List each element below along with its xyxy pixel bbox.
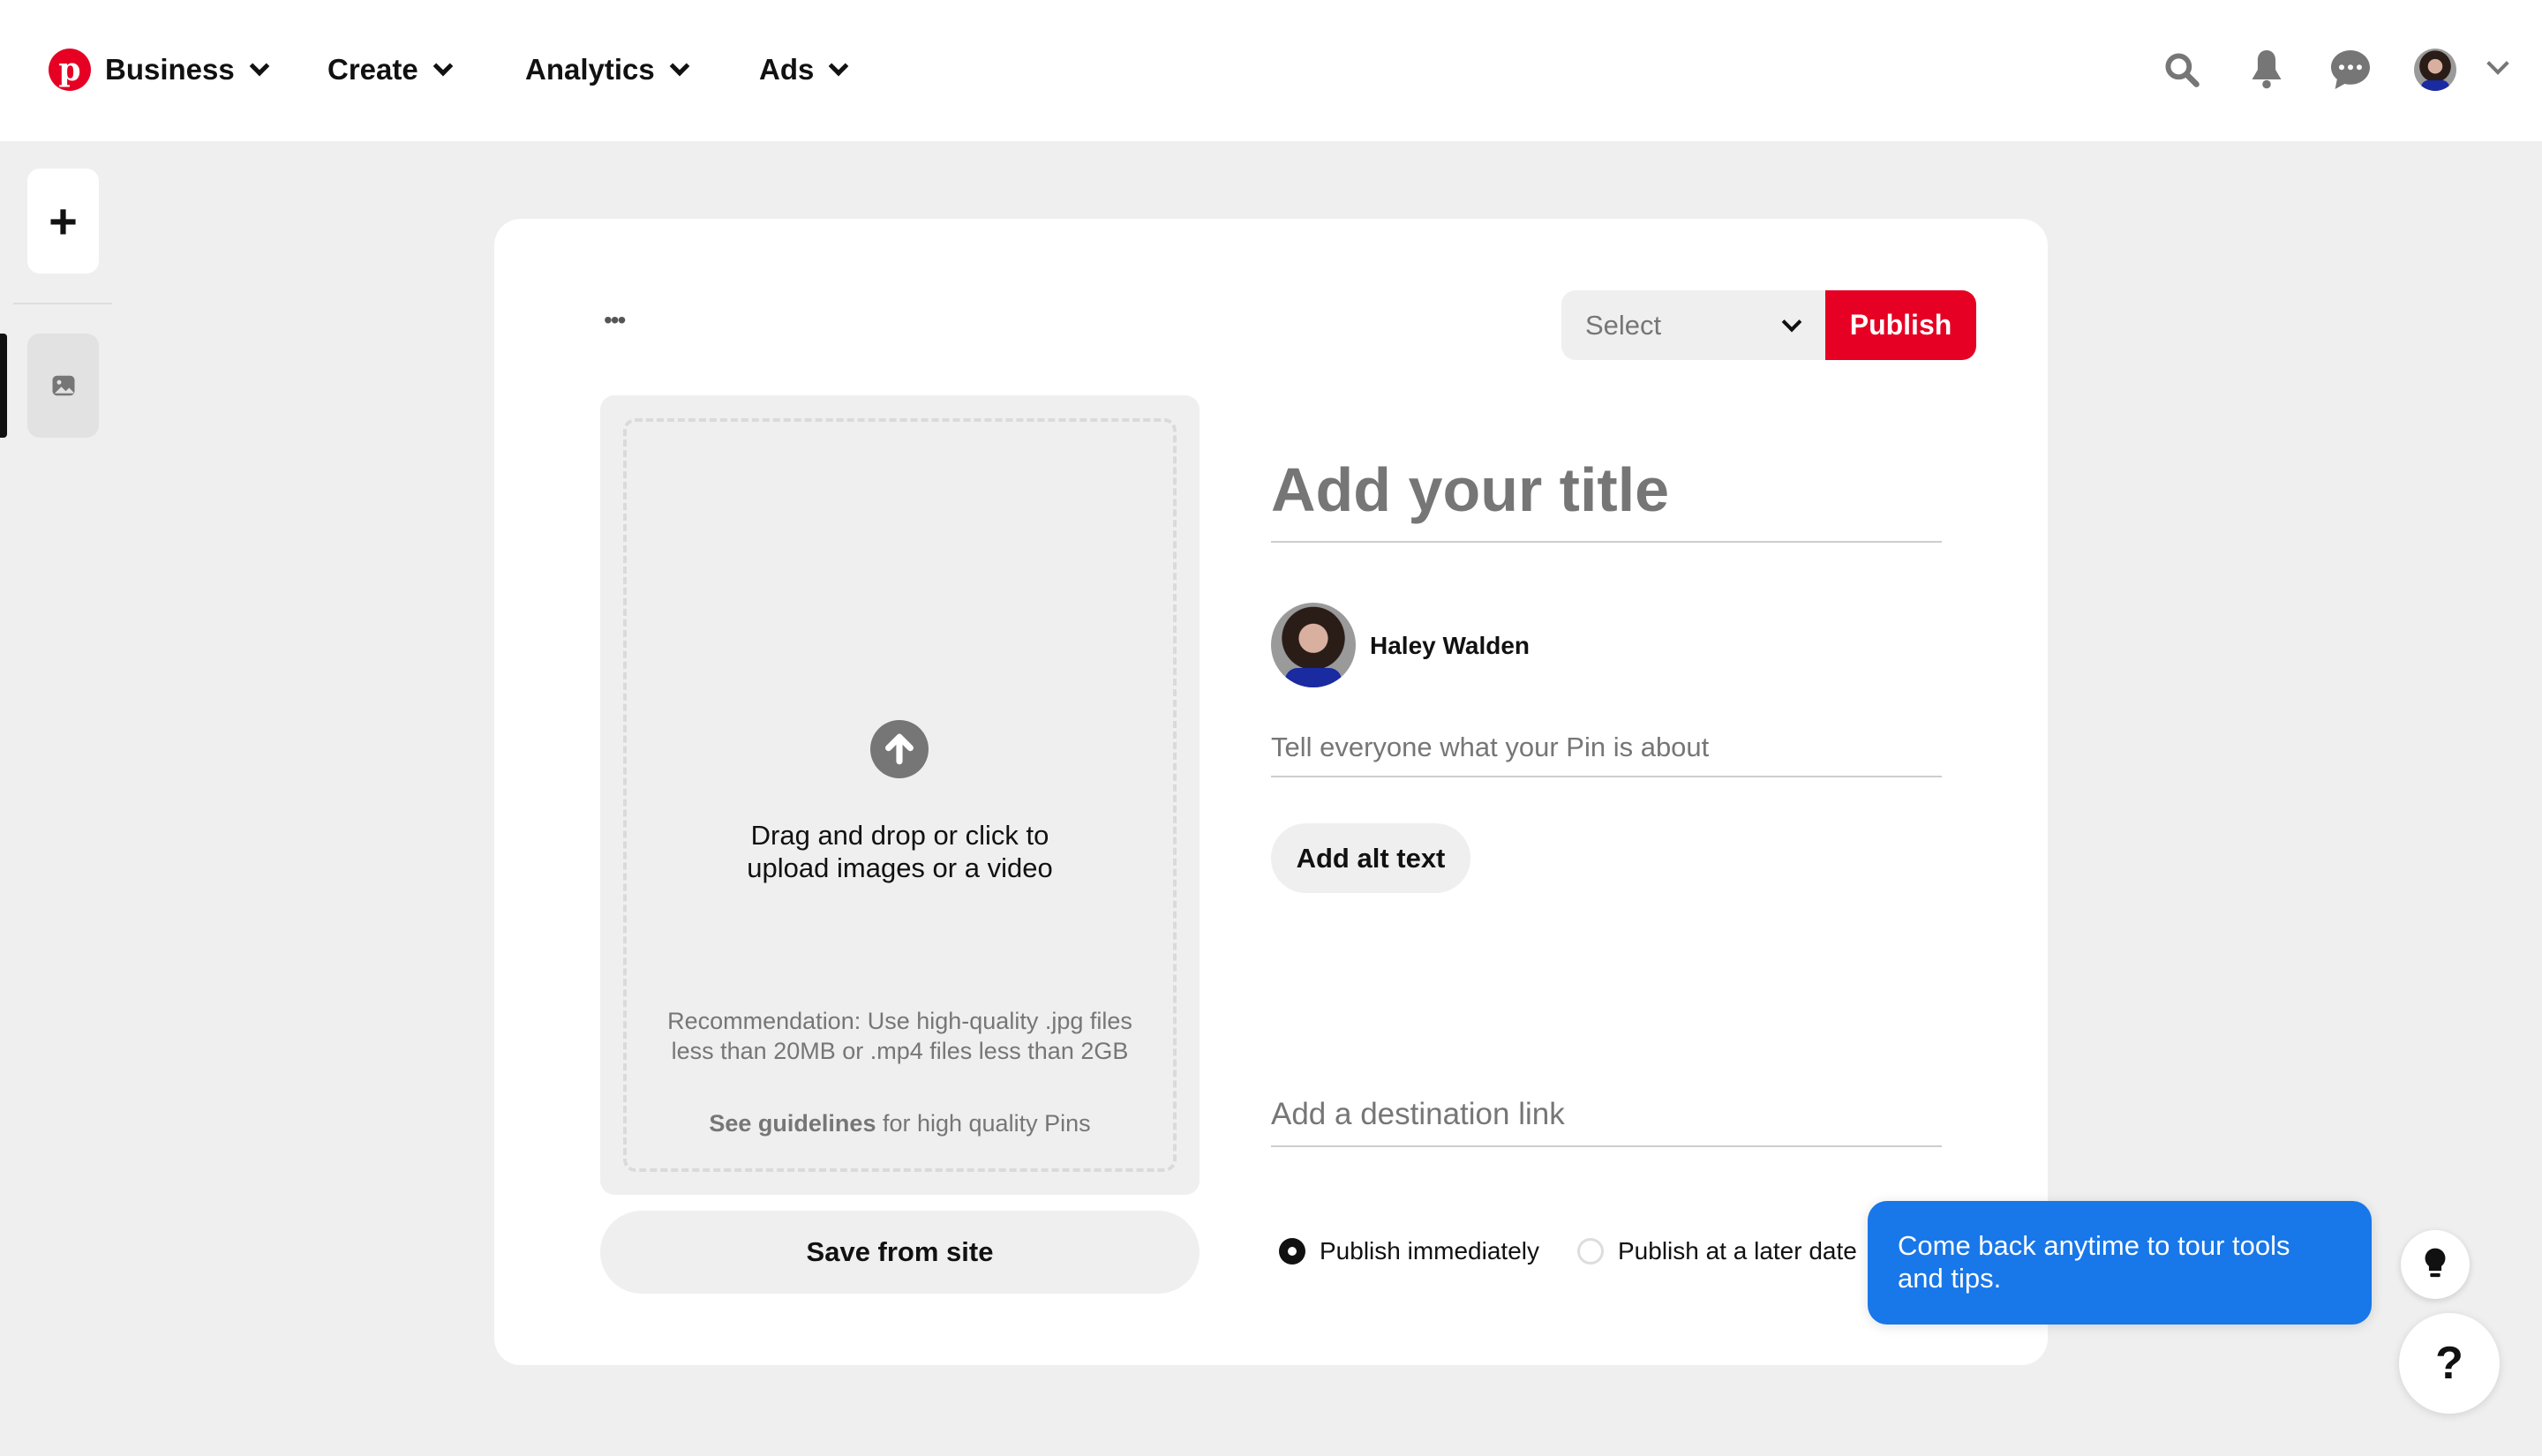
- chevron-down-icon: [1781, 311, 1802, 333]
- chat-icon[interactable]: [2329, 49, 2372, 91]
- image-icon: [52, 375, 74, 396]
- nav-label: Ads: [759, 53, 815, 86]
- see-guidelines-link[interactable]: See guidelines: [709, 1110, 876, 1137]
- upload-text-line-1: Drag and drop or click to: [750, 820, 1049, 851]
- title-input[interactable]: Add your title: [1271, 454, 1669, 525]
- nav-analytics[interactable]: Analytics: [525, 53, 690, 86]
- help-icon: ?: [2435, 1338, 2463, 1389]
- avatar[interactable]: [2414, 49, 2456, 91]
- description-underline: [1271, 776, 1942, 777]
- tips-lightbulb-button[interactable]: [2401, 1230, 2470, 1299]
- nav-business[interactable]: Business: [105, 53, 270, 86]
- radio-publish-later[interactable]: [1577, 1238, 1604, 1265]
- help-button[interactable]: ?: [2399, 1313, 2500, 1414]
- title-underline: [1271, 541, 1942, 543]
- tour-tooltip: Come back anytime to tour tools and tips…: [1868, 1201, 2372, 1325]
- save-from-site-button[interactable]: Save from site: [600, 1211, 1200, 1294]
- plus-icon: +: [49, 192, 78, 249]
- chevron-down-icon: [249, 56, 270, 77]
- sidebar-divider: [13, 303, 112, 304]
- upload-instructions: Drag and drop or click to upload images …: [600, 819, 1200, 884]
- nav-label: Business: [105, 53, 235, 86]
- pinterest-logo[interactable]: p: [49, 49, 91, 91]
- publish-later-label[interactable]: Publish at a later date: [1618, 1237, 1857, 1265]
- publish-button[interactable]: Publish: [1825, 290, 1976, 360]
- search-icon[interactable]: [2162, 50, 2201, 89]
- chevron-down-icon: [829, 56, 849, 77]
- tooltip-text: Come back anytime to tour tools and tips…: [1898, 1230, 2290, 1294]
- description-input[interactable]: Tell everyone what your Pin is about: [1271, 732, 1709, 763]
- link-underline: [1271, 1145, 1942, 1147]
- upload-dropzone[interactable]: Drag and drop or click to upload images …: [600, 395, 1200, 1195]
- top-nav-bar: p Business Create Analytics Ads: [0, 0, 2542, 141]
- upload-recommendation: Recommendation: Use high-quality .jpg fi…: [667, 1008, 1132, 1064]
- publish-immediately-label[interactable]: Publish immediately: [1320, 1237, 1539, 1265]
- upload-text-line-2: upload images or a video: [747, 852, 1053, 883]
- lightbulb-icon: [2425, 1248, 2446, 1278]
- chevron-down-icon: [432, 56, 454, 77]
- guidelines-text: See guidelines for high quality Pins: [600, 1110, 1200, 1137]
- board-select-value: Select: [1585, 309, 1662, 341]
- add-alt-text-button[interactable]: Add alt text: [1271, 823, 1470, 893]
- nav-ads[interactable]: Ads: [759, 53, 849, 86]
- nav-create[interactable]: Create: [327, 53, 454, 86]
- user-name: Haley Walden: [1370, 632, 1530, 659]
- sidebar-item-draft-pin[interactable]: [27, 334, 99, 438]
- create-new-button[interactable]: +: [27, 169, 99, 274]
- upload-arrow-icon: [870, 720, 929, 778]
- account-chevron-down-icon[interactable]: [2486, 52, 2509, 75]
- user-avatar: [1271, 603, 1356, 687]
- destination-link-input[interactable]: Add a destination link: [1271, 1097, 1565, 1132]
- radio-publish-immediately[interactable]: [1279, 1238, 1305, 1265]
- nav-label: Analytics: [525, 53, 655, 86]
- bell-icon[interactable]: [2247, 49, 2286, 91]
- board-select[interactable]: Select: [1561, 290, 1825, 360]
- more-options-button[interactable]: •••: [604, 306, 626, 334]
- active-indicator: [0, 334, 7, 438]
- guidelines-rest-text: for high quality Pins: [876, 1110, 1091, 1137]
- chevron-down-icon: [669, 56, 690, 77]
- nav-label: Create: [327, 53, 418, 86]
